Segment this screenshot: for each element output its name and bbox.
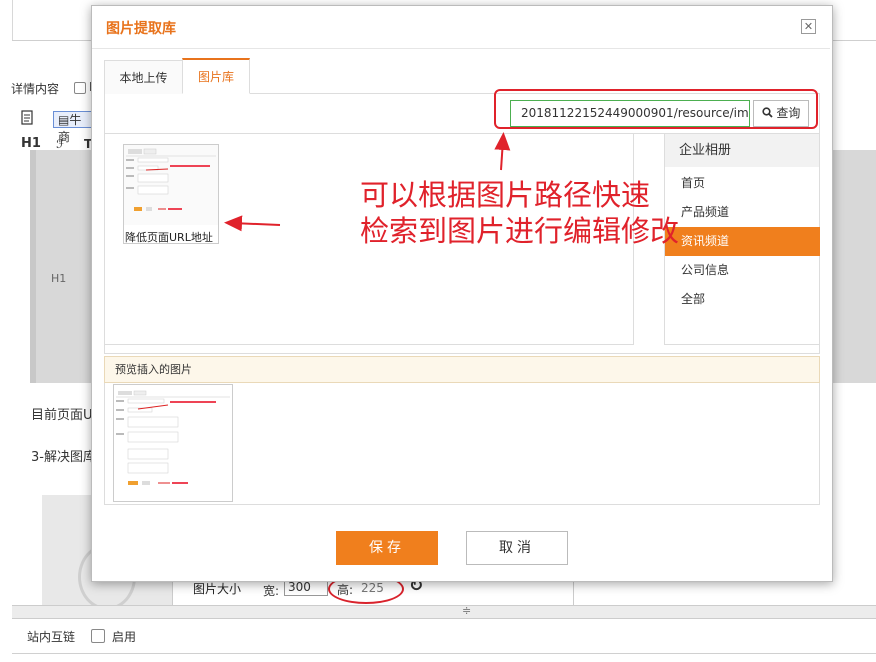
annotation-text: 可以根据图片路径快速 检索到图片进行编辑修改: [360, 177, 679, 249]
annotation-arrows: [224, 132, 511, 232]
annotation-line1: 可以根据图片路径快速: [360, 178, 651, 212]
annotation-line2: 检索到图片进行编辑修改: [360, 214, 680, 248]
arrow-to-thumbnail: [224, 215, 281, 232]
arrow-to-search: [494, 132, 511, 171]
